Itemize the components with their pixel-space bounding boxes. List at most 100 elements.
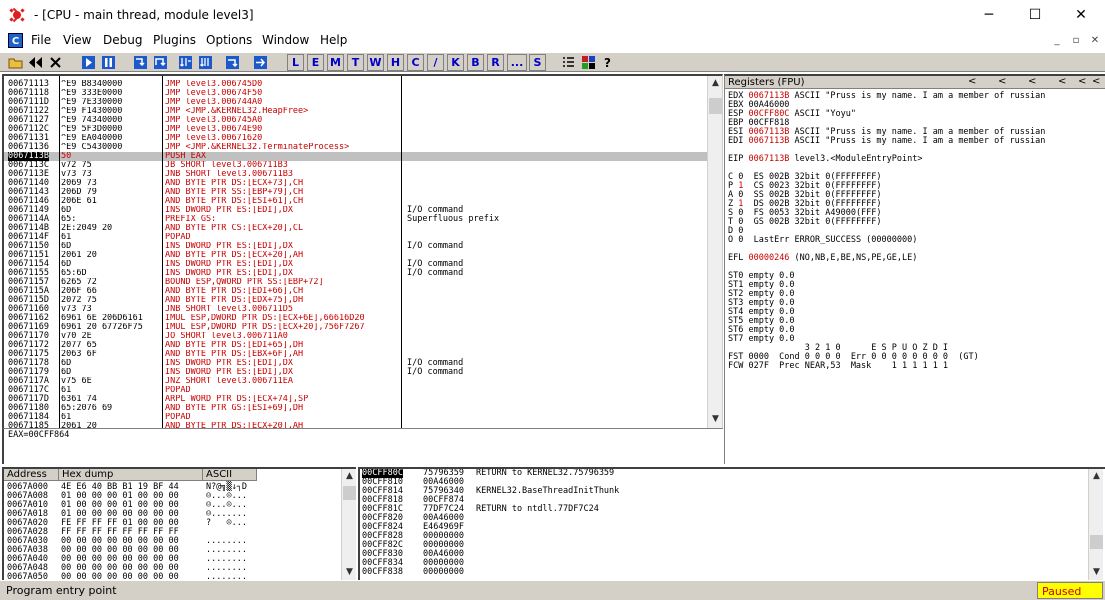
table-row[interactable]: 00671151 2061 20 AND BYTE PTR DS:[ECX+20],… — [4, 251, 707, 260]
reg-nav-left-icon[interactable]: < — [1058, 76, 1066, 87]
scroll-thumb[interactable] — [709, 98, 722, 114]
table-row[interactable]: 00CFF828 00000000 — [360, 532, 1086, 541]
appearance-icon[interactable] — [580, 54, 597, 71]
mdi-minimize-button[interactable]: _ — [1050, 34, 1064, 48]
close-program-icon[interactable] — [47, 54, 64, 71]
mdi-close-button[interactable]: ✕ — [1088, 34, 1102, 48]
scroll-up-icon[interactable]: ▲ — [708, 76, 722, 91]
table-row[interactable]: 0067115D 2072 75 AND BYTE PTR DS:[EDX+75],… — [4, 296, 707, 305]
menu-options[interactable]: Options — [206, 33, 252, 47]
scroll-down-icon[interactable]: ▼ — [342, 565, 356, 580]
table-row[interactable]: 00CFF824 E464969F — [360, 523, 1086, 532]
windows-window-button[interactable]: W — [367, 54, 384, 71]
scroll-thumb[interactable] — [343, 486, 356, 500]
table-row[interactable]: 0067113B 50 PUSH EAX — [4, 152, 707, 161]
dump-col-address[interactable]: Address — [4, 469, 59, 481]
register-line[interactable]: EFL 00000246 (NO,NB,E,BE,NS,PE,GE,LE) — [728, 254, 917, 263]
maximize-button[interactable]: ☐ — [1012, 0, 1058, 30]
scroll-up-icon[interactable]: ▲ — [342, 469, 356, 484]
table-row[interactable]: 0067117D 6361 74 ARPL WORD PTR DS:[ECX+74]… — [4, 395, 707, 404]
table-row[interactable]: 00671149 6D INS DWORD PTR ES:[EDI],DX I/O c… — [4, 206, 707, 215]
table-row[interactable]: 00671113 ^E9 B8340000 JMP level3.006745D0 — [4, 80, 707, 89]
table-row[interactable]: 00671179 6D INS DWORD PTR ES:[EDI],DX I/O c… — [4, 368, 707, 377]
patches-window-button[interactable]: / — [427, 54, 444, 71]
handles-window-button[interactable]: H — [387, 54, 404, 71]
log-window-button[interactable]: L — [287, 54, 304, 71]
table-row[interactable]: 00671169 6961 20 67726F75 IMUL ESP,DWORD P… — [4, 323, 707, 332]
table-row[interactable]: 0067114F 61 POPAD — [4, 233, 707, 242]
scroll-down-icon[interactable]: ▼ — [708, 412, 722, 427]
table-row[interactable]: 00671155 65:6D INS DWORD PTR ES:[EDI],DX I/… — [4, 269, 707, 278]
open-icon[interactable] — [7, 54, 24, 71]
list-icon[interactable] — [560, 54, 577, 71]
restart-icon[interactable] — [27, 54, 44, 71]
table-row[interactable]: 00671143 206D 79 AND BYTE PTR SS:[EBP+79],… — [4, 188, 707, 197]
table-row[interactable]: 0067A050 00 00 00 00 00 00 00 00........ — [4, 573, 339, 580]
table-row[interactable]: 00671162 6961 6E 206D6161 IMUL ESP,DWORD P… — [4, 314, 707, 323]
table-row[interactable]: 0067117A v75 6E JNZ SHORT level3.006711EA — [4, 377, 707, 386]
table-row[interactable]: 00671122 ^E9 F1430000 JMP <JMP.&KERNEL32.H… — [4, 107, 707, 116]
table-row[interactable]: 00671170 v70 2E JO SHORT level3.006711A0 — [4, 332, 707, 341]
table-row[interactable]: 00CFF834 00000000 — [360, 559, 1086, 568]
scroll-up-icon[interactable]: ▲ — [1089, 469, 1104, 484]
run-trace-window-button[interactable]: ... — [507, 54, 527, 71]
execute-till-return-icon[interactable] — [224, 54, 241, 71]
register-line[interactable]: EIP 0067113B level3.<ModuleEntryPoint> — [728, 155, 923, 164]
table-row[interactable]: 00671157 6265 72 BOUND ESP,QWORD PTR SS:[E… — [4, 278, 707, 287]
cpu-window-icon[interactable]: C — [8, 33, 23, 48]
menu-view[interactable]: View — [63, 33, 91, 47]
menu-window[interactable]: Window — [262, 33, 309, 47]
dump-pane[interactable]: Address Hex dump ASCII 0067A000 4E E6 40 … — [2, 467, 356, 580]
table-row[interactable]: 00CFF830 00A46000 — [360, 550, 1086, 559]
register-line[interactable]: EDI 0067113B ASCII "Pruss is my name. I … — [728, 137, 1045, 146]
table-row[interactable]: 00CFF82C 00000000 — [360, 541, 1086, 550]
step-into-icon[interactable] — [132, 54, 149, 71]
register-line[interactable]: T 0 GS 002B 32bit 0(FFFFFFFF) — [728, 218, 882, 227]
pause-icon[interactable] — [100, 54, 117, 71]
call-stack-window-button[interactable]: K — [447, 54, 464, 71]
table-row[interactable]: 0067111D ^E9 7E330000 JMP level3.006744A0 — [4, 98, 707, 107]
table-row[interactable]: 00671118 ^E9 333E0000 JMP level3.00674F50 — [4, 89, 707, 98]
table-row[interactable]: 00CFF810 00A46000 — [360, 478, 1086, 487]
cpu-window-button[interactable]: C — [407, 54, 424, 71]
table-row[interactable]: 00671154 6D INS DWORD PTR ES:[EDI],DX I/O c… — [4, 260, 707, 269]
menu-plugins[interactable]: Plugins — [153, 33, 196, 47]
table-row[interactable]: 00671136 ^E9 C5430000 JMP <JMP.&KERNEL32.T… — [4, 143, 707, 152]
table-row[interactable]: 00671160 v73 73 JNB SHORT level3.006711D5 — [4, 305, 707, 314]
reg-nav-left-icon[interactable]: < — [1078, 76, 1086, 87]
reg-nav-left-icon[interactable]: < — [1092, 76, 1100, 87]
table-row[interactable]: 0067112C ^E9 5F3D0000 JMP level3.00674E90 — [4, 125, 707, 134]
table-row[interactable]: 00CFF81C 77DF7C24 RETURN to ntdll.77DF7C24 — [360, 505, 1086, 514]
table-row[interactable]: 00CFF838 00000000 — [360, 568, 1086, 577]
menu-file[interactable]: File — [31, 33, 51, 47]
mdi-restore-button[interactable]: ▫ — [1069, 34, 1083, 48]
reg-nav-left-icon[interactable]: < — [998, 76, 1006, 87]
disassembly-scrollbar[interactable]: ▲ ▼ — [707, 76, 722, 428]
registers-pane[interactable]: Registers (FPU) < < < < < < EDX 0067113B… — [724, 74, 1105, 464]
table-row[interactable]: 0067113E v73 73 JNB SHORT level3.006711B3 — [4, 170, 707, 179]
table-row[interactable]: 00671127 ^E9 74340000 JMP level3.006745A0 — [4, 116, 707, 125]
help-icon[interactable]: ? — [599, 54, 616, 71]
table-row[interactable]: 00671131 ^E9 EA040000 JMP level3.00671620 — [4, 134, 707, 143]
table-row[interactable]: 00671140 2069 73 AND BYTE PTR DS:[ECX+73],… — [4, 179, 707, 188]
register-line[interactable]: FCW 027F Prec NEAR,53 Mask 1 1 1 1 1 1 — [728, 362, 948, 371]
reg-nav-left-icon[interactable]: < — [968, 76, 976, 87]
table-row[interactable]: 00CFF814 75796340 KERNEL32.BaseThreadInitT… — [360, 487, 1086, 496]
close-button[interactable]: ✕ — [1058, 0, 1104, 30]
table-row[interactable]: 00671172 2077 65 AND BYTE PTR DS:[EDI+65],… — [4, 341, 707, 350]
table-row[interactable]: 00CFF820 00A46000 — [360, 514, 1086, 523]
scroll-thumb[interactable] — [1090, 535, 1103, 549]
references-window-button[interactable]: R — [487, 54, 504, 71]
table-row[interactable]: 00671175 2063 6F AND BYTE PTR DS:[EBX+6F],… — [4, 350, 707, 359]
table-row[interactable]: 00671146 206E 61 AND BYTE PTR DS:[ESI+61],… — [4, 197, 707, 206]
menu-help[interactable]: Help — [320, 33, 347, 47]
table-row[interactable]: 0067113C v72 75 JB SHORT level3.006711B3 — [4, 161, 707, 170]
disassembly-pane[interactable]: 00671113 ^E9 B8340000 JMP level3.006745D0 0… — [2, 74, 723, 428]
table-row[interactable]: 00671150 6D INS DWORD PTR ES:[EDI],DX I/O c… — [4, 242, 707, 251]
breakpoints-window-button[interactable]: B — [467, 54, 484, 71]
table-row[interactable]: 00671178 6D INS DWORD PTR ES:[EDI],DX I/O c… — [4, 359, 707, 368]
scroll-down-icon[interactable]: ▼ — [1089, 565, 1104, 580]
trace-into-icon[interactable] — [177, 54, 194, 71]
register-line[interactable]: O 0 LastErr ERROR_SUCCESS (00000000) — [728, 236, 917, 245]
stack-scrollbar[interactable]: ▲ ▼ — [1088, 469, 1103, 580]
